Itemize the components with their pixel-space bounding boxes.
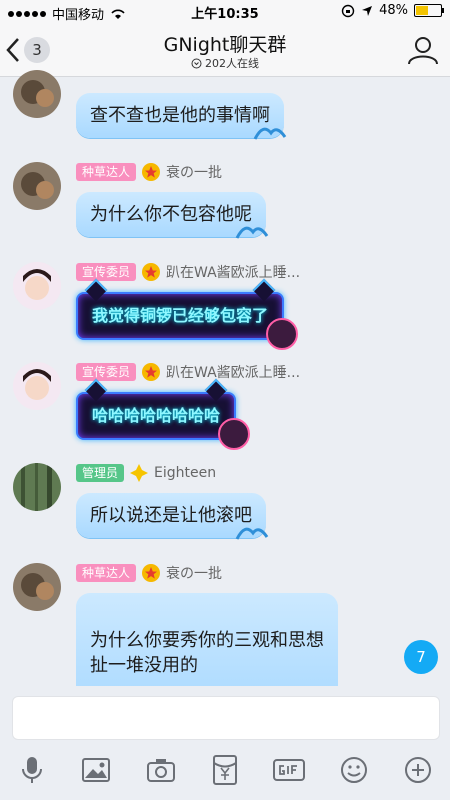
red-packet-icon[interactable] [208, 753, 242, 787]
message-item: 种草达人 衰の一批 为什么你不包容他呢 [0, 162, 450, 252]
bubble-ear [84, 378, 108, 402]
rotation-lock-icon [341, 4, 355, 17]
camera-icon[interactable] [144, 753, 178, 787]
avatar[interactable] [13, 262, 61, 310]
message-item: 种草达人 衰の一批 为什么你要秀你的三观和思想 扯一堆没用的 [0, 563, 450, 715]
avatar[interactable] [13, 362, 61, 410]
plus-icon[interactable] [401, 753, 435, 787]
diamond-icon [130, 464, 149, 482]
gif-icon[interactable] [272, 753, 306, 787]
input-toolbar [0, 752, 450, 788]
bubble-ear [84, 278, 108, 302]
message-text: 所以说还是让他滚吧 [90, 505, 252, 526]
chat-title[interactable]: GNight聊天群 [0, 30, 450, 57]
message-text: 我觉得铜锣已经够包容了 [92, 306, 269, 325]
message-item: 宣传委员 趴在WA酱欧派上睡... 哈哈哈哈哈哈哈哈 [0, 362, 450, 452]
message-text: 哈哈哈哈哈哈哈哈 [92, 406, 221, 425]
message-item: 宣传委员 趴在WA酱欧派上睡... 我觉得铜锣已经够包容了 [0, 262, 450, 352]
bubble-ear [204, 378, 228, 402]
avatar[interactable] [13, 563, 61, 611]
sender-name: 趴在WA酱欧派上睡... [166, 265, 301, 281]
message-bubble[interactable]: 查不查也是他的事情啊 [76, 93, 287, 140]
sender-name: 衰の一批 [166, 566, 223, 582]
new-messages-badge[interactable]: 7 [404, 640, 438, 674]
chibi-decoration-icon [218, 418, 251, 450]
message-bubble[interactable]: 为什么你不包容他呢 [76, 192, 269, 239]
role-tag: 种草达人 [76, 163, 137, 181]
status-bar: 中国移动 上午10:35 48% [0, 0, 450, 24]
star-icon [142, 363, 161, 381]
location-icon [362, 5, 373, 16]
wave-decoration-icon [235, 527, 269, 540]
bubble-ear [252, 278, 276, 302]
battery-percent: 48% [379, 3, 408, 18]
message-text: 为什么你不包容他呢 [90, 204, 252, 225]
wave-decoration-icon [235, 226, 269, 239]
sender-name: Eighteen [154, 465, 217, 481]
message-bubble[interactable]: 哈哈哈哈哈哈哈哈 [76, 378, 251, 450]
avatar[interactable] [13, 162, 61, 210]
star-icon [142, 564, 161, 582]
role-tag: 管理员 [76, 464, 125, 482]
sender-name: 趴在WA酱欧派上睡... [166, 365, 301, 381]
sender-name: 衰の一批 [166, 165, 223, 181]
avatar[interactable] [13, 463, 61, 511]
chibi-decoration-icon [266, 318, 299, 350]
role-tag: 种草达人 [76, 564, 137, 582]
message-item: 查不查也是他的事情啊 [0, 60, 450, 150]
wave-decoration-icon [253, 127, 287, 140]
image-icon[interactable] [79, 753, 113, 787]
star-icon [142, 163, 161, 181]
mic-icon[interactable] [15, 753, 49, 787]
avatar[interactable] [13, 70, 61, 118]
message-text: 查不查也是他的事情啊 [90, 105, 270, 126]
message-bubble[interactable]: 我觉得铜锣已经够包容了 [76, 278, 299, 350]
role-tag: 宣传委员 [76, 263, 137, 281]
input-area [0, 686, 450, 800]
battery-icon [414, 4, 444, 17]
message-input[interactable] [12, 696, 440, 740]
star-icon [142, 263, 161, 281]
message-bubble[interactable]: 所以说还是让他滚吧 [76, 493, 269, 540]
role-tag: 宣传委员 [76, 363, 137, 381]
message-text: 为什么你要秀你的三观和思想 扯一堆没用的 [90, 630, 324, 676]
message-item: 管理员 Eighteen 所以说还是让他滚吧 [0, 463, 450, 553]
emoji-icon[interactable] [337, 753, 371, 787]
